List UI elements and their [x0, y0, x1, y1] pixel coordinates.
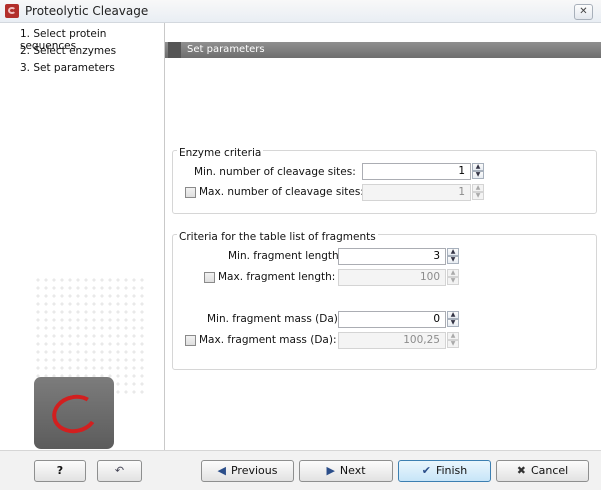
logo-arc-icon [48, 390, 102, 438]
max-fragment-length-input[interactable]: 100 [338, 269, 446, 286]
help-label: ? [56, 464, 64, 477]
window-title: Proteolytic Cleavage [25, 4, 149, 18]
fragment-criteria-group: Criteria for the table list of fragments… [172, 231, 597, 370]
help-button[interactable]: ? [34, 460, 86, 482]
min-cleavage-sites-spinner[interactable]: ▲ ▼ [472, 163, 484, 180]
max-cleavage-sites-checkbox[interactable] [185, 187, 196, 198]
min-fragment-length-label: Min. fragment length: [228, 250, 343, 262]
fragment-criteria-title: Criteria for the table list of fragments [177, 231, 378, 243]
previous-button[interactable]: ◀ Previous [201, 460, 294, 482]
min-fragment-mass-spinner[interactable]: ▲ ▼ [447, 311, 459, 328]
arrow-right-icon: ▶ [326, 464, 335, 477]
step-set-parameters[interactable]: 3. Set parameters [20, 62, 115, 74]
finish-label: Finish [435, 464, 468, 477]
undo-arrow-icon: ↶ [114, 464, 125, 477]
wizard-content: Set parameters Enzyme criteria Min. numb… [165, 23, 601, 450]
max-cleavage-sites-input[interactable]: 1 [362, 184, 471, 201]
finish-button[interactable]: ✔ Finish [398, 460, 491, 482]
cancel-button[interactable]: ✖ Cancel [496, 460, 589, 482]
checkmark-icon: ✔ [421, 464, 431, 477]
close-button[interactable]: ✕ [574, 4, 593, 20]
arrow-left-icon: ◀ [217, 464, 226, 477]
step-select-enzymes[interactable]: 2. Select enzymes [20, 45, 116, 57]
min-cleavage-sites-input[interactable]: 1 [362, 163, 471, 180]
enzyme-criteria-group: Enzyme criteria Min. number of cleavage … [172, 147, 597, 214]
max-fragment-length-label: Max. fragment length: [218, 271, 336, 283]
cancel-label: Cancel [530, 464, 569, 477]
next-button[interactable]: ▶ Next [299, 460, 393, 482]
reset-button[interactable]: ↶ [97, 460, 142, 482]
min-fragment-length-spinner[interactable]: ▲ ▼ [447, 248, 459, 265]
title-bar: Proteolytic Cleavage ✕ [0, 0, 601, 23]
min-fragment-length-input[interactable]: 3 [338, 248, 446, 265]
app-icon [5, 4, 19, 18]
header-marker [168, 42, 181, 58]
min-cleavage-sites-label: Min. number of cleavage sites: [194, 166, 356, 178]
max-fragment-mass-checkbox[interactable] [185, 335, 196, 346]
max-fragment-mass-label: Max. fragment mass (Da): [199, 334, 337, 346]
max-fragment-length-spinner[interactable]: ▲ ▼ [447, 269, 459, 286]
min-fragment-mass-label: Min. fragment mass (Da): [207, 313, 342, 325]
previous-label: Previous [230, 464, 278, 477]
app-logo [34, 377, 114, 449]
max-cleavage-sites-spinner[interactable]: ▲ ▼ [472, 184, 484, 201]
min-fragment-mass-input[interactable]: 0 [338, 311, 446, 328]
max-fragment-mass-input[interactable]: 100,25 [338, 332, 446, 349]
wizard-steps-sidebar: 1. Select protein sequences 2. Select en… [14, 23, 165, 450]
max-fragment-length-checkbox[interactable] [204, 272, 215, 283]
panel-header: Set parameters [165, 42, 601, 58]
wizard-footer: ? ↶ ◀ Previous ▶ Next ✔ Finish ✖ Cancel [0, 450, 601, 490]
max-cleavage-sites-label: Max. number of cleavage sites: [199, 186, 364, 198]
cross-icon: ✖ [516, 464, 526, 477]
panel-title: Set parameters [187, 44, 265, 55]
enzyme-criteria-title: Enzyme criteria [177, 147, 264, 159]
max-fragment-mass-spinner[interactable]: ▲ ▼ [447, 332, 459, 349]
next-label: Next [339, 464, 366, 477]
